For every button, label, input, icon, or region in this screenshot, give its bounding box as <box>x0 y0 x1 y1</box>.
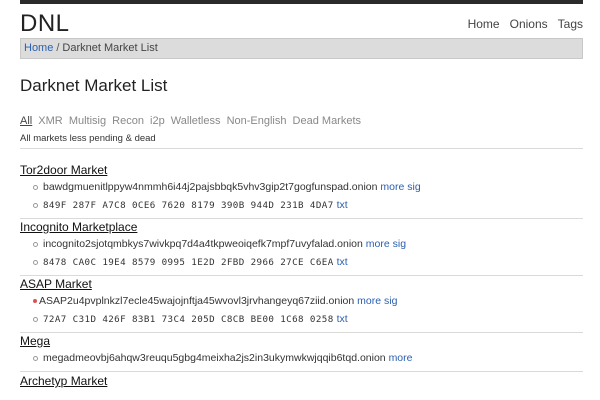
divider <box>20 275 583 276</box>
more-sig-link[interactable]: more sig <box>366 238 406 250</box>
circle-bullet-icon <box>33 185 38 190</box>
circle-bullet-icon <box>33 242 38 247</box>
circle-bullet-icon <box>33 203 38 208</box>
fingerprint-row: 849F 287F A7C8 0CE6 7620 8179 390B 944D … <box>20 196 583 214</box>
filter-recon[interactable]: Recon <box>112 115 144 127</box>
txt-link[interactable]: txt <box>337 256 348 268</box>
pgp-fingerprint: 8478 CA0C 19E4 8579 0995 1E2D 2FBD 2966 … <box>43 257 334 268</box>
filter-dead-markets[interactable]: Dead Markets <box>293 115 361 127</box>
nav-links: Home Onions Tags <box>458 17 583 31</box>
market-name-link[interactable]: ASAP Market <box>20 277 583 292</box>
onion-address[interactable]: ASAP2u4pvplnkzl7ecle45wajojnftja45wvovl3… <box>39 295 354 307</box>
market-name-link[interactable]: Incognito Marketplace <box>20 220 583 235</box>
brand-logo[interactable]: DNL <box>20 11 70 37</box>
onion-address[interactable]: bawdgmuenitlppyw4nmmh6i44j2pajsbbqk5vhv3… <box>43 181 378 193</box>
filter-i2p[interactable]: i2p <box>150 115 165 127</box>
breadcrumb-current: Darknet Market List <box>62 42 158 54</box>
onion-address[interactable]: incognito2sjotqmbkys7wivkpq7d4a4tkpweoiq… <box>43 238 363 250</box>
filter-walletless[interactable]: Walletless <box>171 115 221 127</box>
onion-row: ASAP2u4pvplnkzl7ecle45wajojnftja45wvovl3… <box>20 292 583 310</box>
onion-row: bawdgmuenitlppyw4nmmh6i44j2pajsbbqk5vhv3… <box>20 178 583 196</box>
divider <box>20 371 583 372</box>
page-title: Darknet Market List <box>20 76 168 95</box>
circle-bullet-icon <box>33 260 38 265</box>
market-item: ASAP Market ASAP2u4pvplnkzl7ecle45wajojn… <box>20 277 583 328</box>
divider <box>20 332 583 333</box>
market-item: Mega megadmeovbj6ahqw3reuqu5gbg4meixha2j… <box>20 334 583 367</box>
filter-bar: All XMR Multisig Recon i2p Walletless No… <box>20 115 364 127</box>
more-sig-link[interactable]: more sig <box>380 181 420 193</box>
onion-row: incognito2sjotqmbkys7wivkpq7d4a4tkpweoiq… <box>20 235 583 253</box>
nav-home-link[interactable]: Home <box>468 17 500 31</box>
txt-link[interactable]: txt <box>337 199 348 211</box>
onion-address[interactable]: megadmeovbj6ahqw3reuqu5gbg4meixha2js2in3… <box>43 352 386 364</box>
pgp-fingerprint: 849F 287F A7C8 0CE6 7620 8179 390B 944D … <box>43 200 334 211</box>
navbar: DNL Home Onions Tags <box>20 4 583 37</box>
fingerprint-row: 72A7 C31D 426F 83B1 73C4 205D C8CB BE00 … <box>20 310 583 328</box>
breadcrumb: Home / Darknet Market List <box>20 38 583 59</box>
filter-multisig[interactable]: Multisig <box>69 115 106 127</box>
filter-all[interactable]: All <box>20 115 32 127</box>
nav-tags-link[interactable]: Tags <box>558 17 583 31</box>
more-link[interactable]: more <box>389 352 413 364</box>
pgp-fingerprint: 72A7 C31D 426F 83B1 73C4 205D C8CB BE00 … <box>43 314 334 325</box>
nav-onions-link[interactable]: Onions <box>510 17 548 31</box>
txt-link[interactable]: txt <box>337 313 348 325</box>
onion-row: megadmeovbj6ahqw3reuqu5gbg4meixha2js2in3… <box>20 349 583 367</box>
divider <box>20 218 583 219</box>
filter-xmr[interactable]: XMR <box>38 115 62 127</box>
breadcrumb-separator: / <box>56 42 60 54</box>
market-item: Tor2door Market bawdgmuenitlppyw4nmmh6i4… <box>20 163 583 214</box>
circle-bullet-icon <box>33 356 38 361</box>
divider <box>20 148 583 149</box>
breadcrumb-home-link[interactable]: Home <box>24 42 53 54</box>
market-item: Incognito Marketplace incognito2sjotqmbk… <box>20 220 583 271</box>
fingerprint-row: 8478 CA0C 19E4 8579 0995 1E2D 2FBD 2966 … <box>20 253 583 271</box>
filter-subnote: All markets less pending & dead <box>20 133 156 144</box>
status-dot-icon <box>33 299 37 303</box>
market-name-link[interactable]: Tor2door Market <box>20 163 583 178</box>
circle-bullet-icon <box>33 317 38 322</box>
market-name-link[interactable]: Mega <box>20 334 583 349</box>
more-sig-link[interactable]: more sig <box>357 295 397 307</box>
market-name-link[interactable]: Archetyp Market <box>20 374 583 389</box>
filter-non-english[interactable]: Non-English <box>227 115 287 127</box>
market-item: Archetyp Market <box>20 374 583 389</box>
